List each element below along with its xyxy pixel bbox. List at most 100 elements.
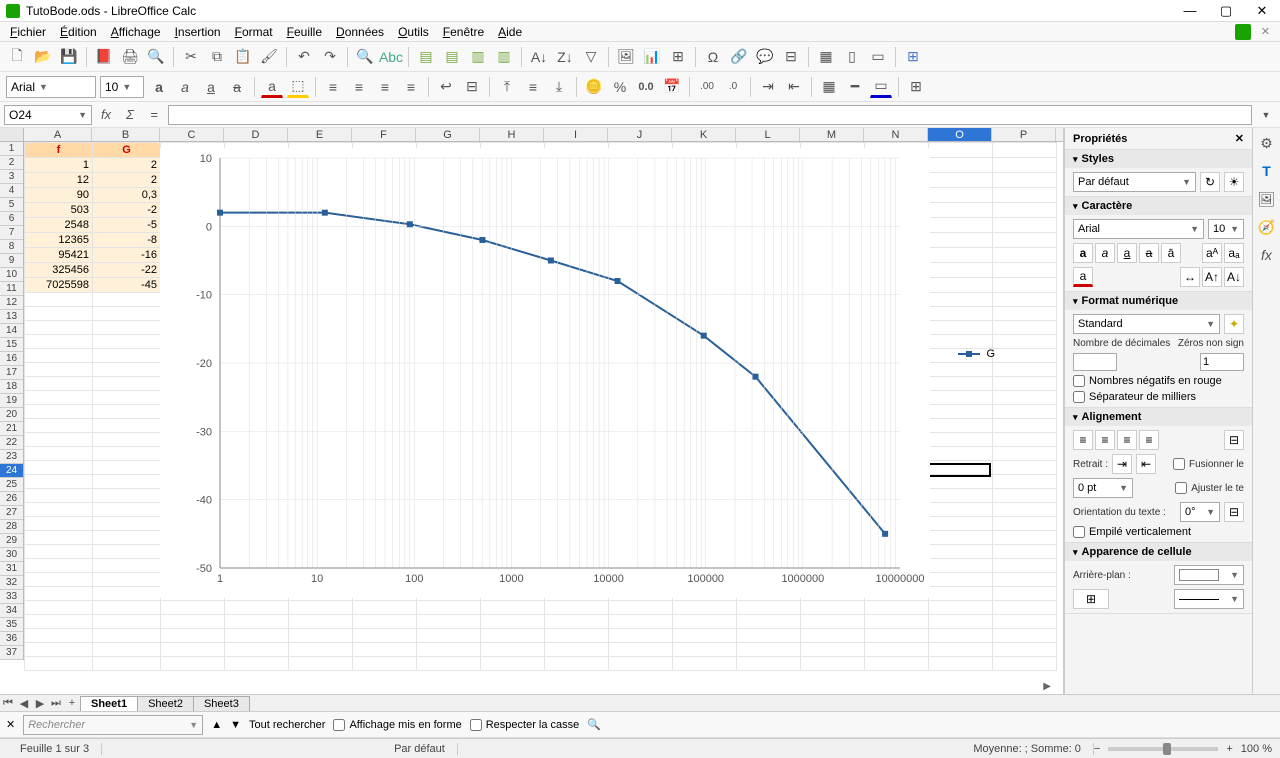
- cell[interactable]: [993, 447, 1057, 461]
- cell[interactable]: [93, 643, 161, 657]
- cell[interactable]: [993, 489, 1057, 503]
- row-header-21[interactable]: 21: [0, 422, 23, 436]
- cell[interactable]: [737, 657, 801, 671]
- cell[interactable]: [609, 643, 673, 657]
- formula-expand-icon[interactable]: ▼: [1256, 105, 1276, 125]
- styles-panel-icon[interactable]: T: [1256, 160, 1278, 182]
- tab-prev-icon[interactable]: ◀: [16, 697, 32, 710]
- sb-grow-icon[interactable]: A↑: [1202, 267, 1222, 287]
- cell[interactable]: [929, 559, 993, 573]
- cell[interactable]: [929, 218, 993, 233]
- find-next-icon[interactable]: ▼: [230, 719, 241, 731]
- pivot-icon[interactable]: ⊞: [667, 46, 689, 68]
- cell[interactable]: [25, 363, 93, 377]
- cell[interactable]: [801, 657, 865, 671]
- cell[interactable]: [417, 643, 481, 657]
- cell[interactable]: [353, 629, 417, 643]
- cell[interactable]: [417, 601, 481, 615]
- cell[interactable]: [865, 629, 929, 643]
- cell[interactable]: [25, 657, 93, 671]
- row-header-5[interactable]: 5: [0, 198, 23, 212]
- embedded-chart[interactable]: -50-40-30-20-100101101001000100001000001…: [160, 148, 930, 598]
- cell[interactable]: [929, 335, 993, 349]
- cell[interactable]: [25, 573, 93, 587]
- cell[interactable]: [161, 657, 225, 671]
- cell[interactable]: -5: [93, 218, 161, 233]
- row-header-4[interactable]: 4: [0, 184, 23, 198]
- cell[interactable]: [993, 475, 1057, 489]
- stack-checkbox[interactable]: Empilé verticalement: [1073, 526, 1244, 538]
- cell[interactable]: [25, 447, 93, 461]
- cell[interactable]: [93, 307, 161, 321]
- cell[interactable]: [993, 657, 1057, 671]
- cell[interactable]: -8: [93, 233, 161, 248]
- cell[interactable]: 325456: [25, 263, 93, 278]
- find-case-checkbox[interactable]: Respecter la casse: [470, 719, 580, 731]
- row-header-14[interactable]: 14: [0, 324, 23, 338]
- cell[interactable]: [929, 158, 993, 173]
- split-icon[interactable]: ▯: [841, 46, 863, 68]
- border-style-icon[interactable]: ━: [844, 76, 866, 98]
- dec-add-icon[interactable]: .00: [696, 76, 718, 98]
- col-header-N[interactable]: N: [864, 128, 928, 141]
- col-delete-icon[interactable]: ▥: [493, 46, 515, 68]
- merge-icon[interactable]: ⊟: [461, 76, 483, 98]
- datasource-icon[interactable]: ⊞: [902, 46, 924, 68]
- zoom-slider[interactable]: [1108, 747, 1218, 751]
- cell[interactable]: [993, 363, 1057, 377]
- align-center-icon[interactable]: ≡: [348, 76, 370, 98]
- cell[interactable]: [225, 643, 289, 657]
- col-header-O[interactable]: O: [928, 128, 992, 141]
- col-header-C[interactable]: C: [160, 128, 224, 141]
- cell[interactable]: [865, 643, 929, 657]
- minimize-button[interactable]: —: [1178, 3, 1202, 19]
- col-header-A[interactable]: A: [24, 128, 92, 141]
- menu-édition[interactable]: Édition: [54, 23, 103, 41]
- cell[interactable]: [993, 461, 1057, 475]
- cell[interactable]: [993, 419, 1057, 433]
- styles-section-head[interactable]: Styles: [1065, 150, 1252, 168]
- print-preview-icon[interactable]: 🔍: [145, 46, 167, 68]
- menu-format[interactable]: Format: [229, 23, 279, 41]
- bg-color-combo[interactable]: ▼: [1174, 565, 1244, 585]
- cell[interactable]: [93, 377, 161, 391]
- border-preset-icon[interactable]: ⊞: [1073, 589, 1109, 609]
- cell[interactable]: [993, 433, 1057, 447]
- cell[interactable]: [993, 143, 1057, 158]
- cell[interactable]: [93, 321, 161, 335]
- status-stats[interactable]: Moyenne: ; Somme: 0: [618, 743, 1094, 755]
- cell[interactable]: 0,3: [93, 188, 161, 203]
- cell[interactable]: [93, 573, 161, 587]
- cell[interactable]: [737, 601, 801, 615]
- row-header-3[interactable]: 3: [0, 170, 23, 184]
- cell[interactable]: [609, 629, 673, 643]
- tab-last-icon[interactable]: ⏭: [48, 697, 64, 710]
- cell[interactable]: [25, 335, 93, 349]
- cell[interactable]: [25, 615, 93, 629]
- cell[interactable]: [609, 657, 673, 671]
- italic-icon[interactable]: a: [174, 76, 196, 98]
- cell[interactable]: [93, 615, 161, 629]
- cell[interactable]: [353, 657, 417, 671]
- cell[interactable]: [481, 629, 545, 643]
- open-icon[interactable]: 📂: [32, 46, 54, 68]
- row-header-6[interactable]: 6: [0, 212, 23, 226]
- undo-icon[interactable]: ↶: [293, 46, 315, 68]
- cell[interactable]: [25, 601, 93, 615]
- cell[interactable]: 7025598: [25, 278, 93, 293]
- cell[interactable]: [25, 293, 93, 307]
- row-header-32[interactable]: 32: [0, 576, 23, 590]
- character-section-head[interactable]: Caractère: [1065, 197, 1252, 215]
- cell[interactable]: [929, 321, 993, 335]
- cell[interactable]: [25, 489, 93, 503]
- sort-desc-icon[interactable]: Z↓: [554, 46, 576, 68]
- cell[interactable]: [929, 203, 993, 218]
- cell[interactable]: [93, 461, 161, 475]
- cell[interactable]: [929, 475, 993, 489]
- cell[interactable]: [25, 559, 93, 573]
- cell[interactable]: [993, 218, 1057, 233]
- col-insert-icon[interactable]: ▥: [467, 46, 489, 68]
- row-header-18[interactable]: 18: [0, 380, 23, 394]
- indent-dec-icon[interactable]: ⇤: [1136, 454, 1156, 474]
- cell[interactable]: [929, 363, 993, 377]
